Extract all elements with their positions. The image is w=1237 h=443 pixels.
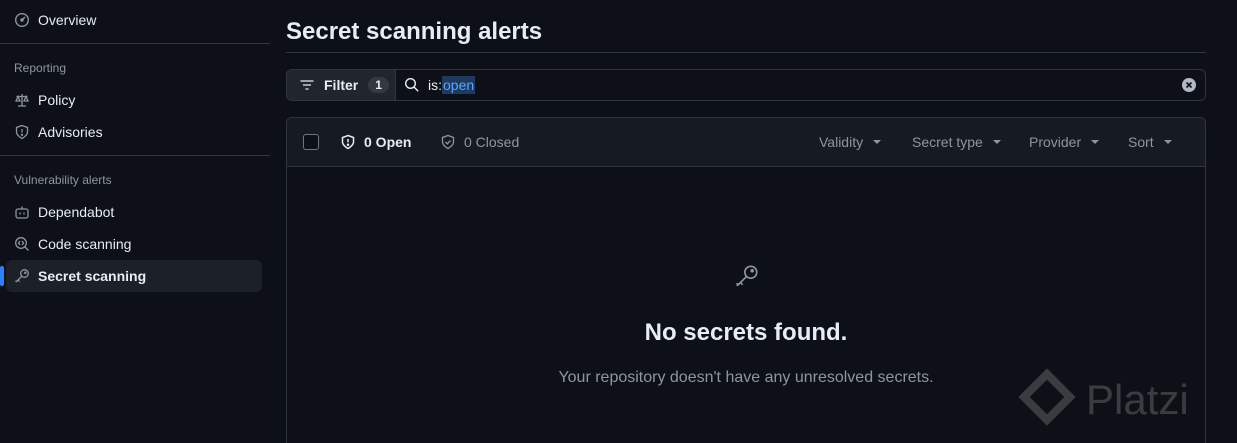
blankslate-title: No secrets found. (644, 319, 848, 346)
key-icon (734, 263, 760, 289)
dropdown-label: Validity (819, 134, 864, 150)
filter-label: Filter (324, 77, 359, 93)
shield-check-icon (440, 134, 456, 150)
platzi-watermark: Platzi (1018, 368, 1189, 431)
sort-dropdown[interactable]: Sort (1128, 134, 1172, 150)
shield-icon (14, 124, 30, 140)
filter-icon (299, 77, 315, 93)
sidebar-divider (0, 43, 270, 44)
law-icon (14, 92, 30, 108)
page: Overview Reporting Policy Advisories Vul… (0, 0, 1237, 443)
clear-search-icon[interactable] (1181, 77, 1197, 93)
triangle-down-icon (1091, 140, 1100, 144)
provider-dropdown[interactable]: Provider (1029, 134, 1100, 150)
platzi-logo-icon (1018, 368, 1076, 431)
meter-icon (14, 12, 30, 28)
filter-button[interactable]: Filter 1 (287, 70, 396, 100)
filter-count-badge: 1 (368, 77, 389, 93)
sidebar-heading-vulnerability: Vulnerability alerts (14, 173, 112, 187)
sidebar-item-advisories[interactable]: Advisories (6, 116, 262, 148)
search-query: is:open (428, 76, 476, 94)
security-sidebar: Overview Reporting Policy Advisories Vul… (0, 0, 270, 443)
dependabot-icon (14, 204, 30, 220)
open-count: 0 Open (364, 134, 412, 150)
title-divider (286, 52, 1206, 53)
search-icon (404, 77, 420, 93)
codescan-icon (14, 236, 30, 252)
validity-dropdown[interactable]: Validity (819, 134, 882, 150)
alerts-list-header: 0 Open 0 Closed Validity Secret type Pro… (287, 118, 1205, 167)
dropdown-label: Sort (1128, 134, 1154, 150)
dropdown-label: Provider (1029, 134, 1082, 150)
sidebar-item-label: Secret scanning (38, 268, 147, 284)
query-qualifier: is: (428, 77, 442, 93)
sidebar-item-overview[interactable]: Overview (6, 4, 262, 36)
page-title: Secret scanning alerts (286, 18, 543, 45)
sidebar-item-label: Policy (38, 92, 76, 108)
key-icon (14, 268, 30, 284)
select-all-checkbox[interactable] (303, 134, 319, 150)
sidebar-item-code-scanning[interactable]: Code scanning (6, 228, 262, 260)
triangle-down-icon (873, 140, 882, 144)
secret-type-dropdown[interactable]: Secret type (912, 134, 1001, 150)
sidebar-item-label: Advisories (38, 124, 103, 140)
sidebar-item-label: Overview (38, 12, 97, 28)
sidebar-heading-reporting: Reporting (14, 61, 67, 75)
closed-count: 0 Closed (464, 134, 520, 150)
sidebar-item-label: Dependabot (38, 204, 115, 220)
filter-bar: Filter 1 is:open (286, 69, 1206, 101)
sidebar-item-policy[interactable]: Policy (6, 84, 262, 116)
triangle-down-icon (1163, 140, 1172, 144)
sidebar-divider (0, 155, 270, 156)
dropdown-label: Secret type (912, 134, 983, 150)
search-input[interactable]: is:open (396, 70, 1205, 100)
open-alerts-tab[interactable]: 0 Open (340, 134, 411, 150)
sidebar-item-label: Code scanning (38, 236, 132, 252)
sidebar-item-secret-scanning[interactable]: Secret scanning (0, 260, 262, 292)
closed-alerts-tab[interactable]: 0 Closed (440, 134, 519, 150)
shield-alert-icon (340, 134, 356, 150)
query-value: open (442, 76, 476, 94)
sidebar-item-dependabot[interactable]: Dependabot (6, 196, 262, 228)
watermark-text: Platzi (1086, 375, 1189, 423)
triangle-down-icon (992, 140, 1001, 144)
